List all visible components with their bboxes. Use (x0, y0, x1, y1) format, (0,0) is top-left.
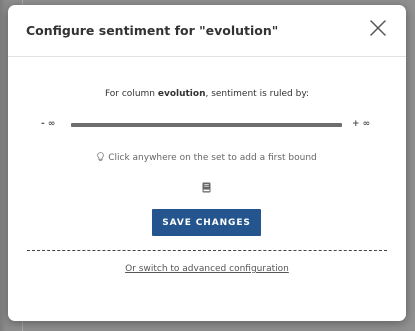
save-changes-button[interactable]: SAVE CHANGES (152, 209, 261, 236)
hint-text: Click anywhere on the set to add a first… (108, 153, 317, 163)
column-name: evolution (157, 89, 206, 99)
rule-prefix: For column (104, 89, 158, 99)
dialog-title: Configure sentiment for "evolution" (26, 23, 279, 38)
sentiment-config-dialog: Configure sentiment for "evolution" For … (8, 5, 406, 321)
rule-suffix: , sentiment is ruled by: (205, 89, 310, 99)
close-button[interactable] (368, 18, 388, 38)
dialog-header: Configure sentiment for "evolution" (8, 5, 406, 57)
lightbulb-icon (97, 152, 105, 165)
advanced-configuration-link[interactable]: Or switch to advanced configuration (8, 264, 406, 274)
close-icon (370, 20, 386, 36)
lower-bound-label: - ∞ (41, 119, 56, 129)
section-divider (27, 250, 387, 251)
book-icon[interactable] (202, 182, 211, 193)
sentiment-range-bar[interactable] (71, 123, 342, 127)
upper-bound-label: + ∞ (352, 119, 371, 129)
hint-row: Click anywhere on the set to add a first… (8, 152, 406, 165)
rule-description: For column evolution, sentiment is ruled… (8, 89, 406, 99)
